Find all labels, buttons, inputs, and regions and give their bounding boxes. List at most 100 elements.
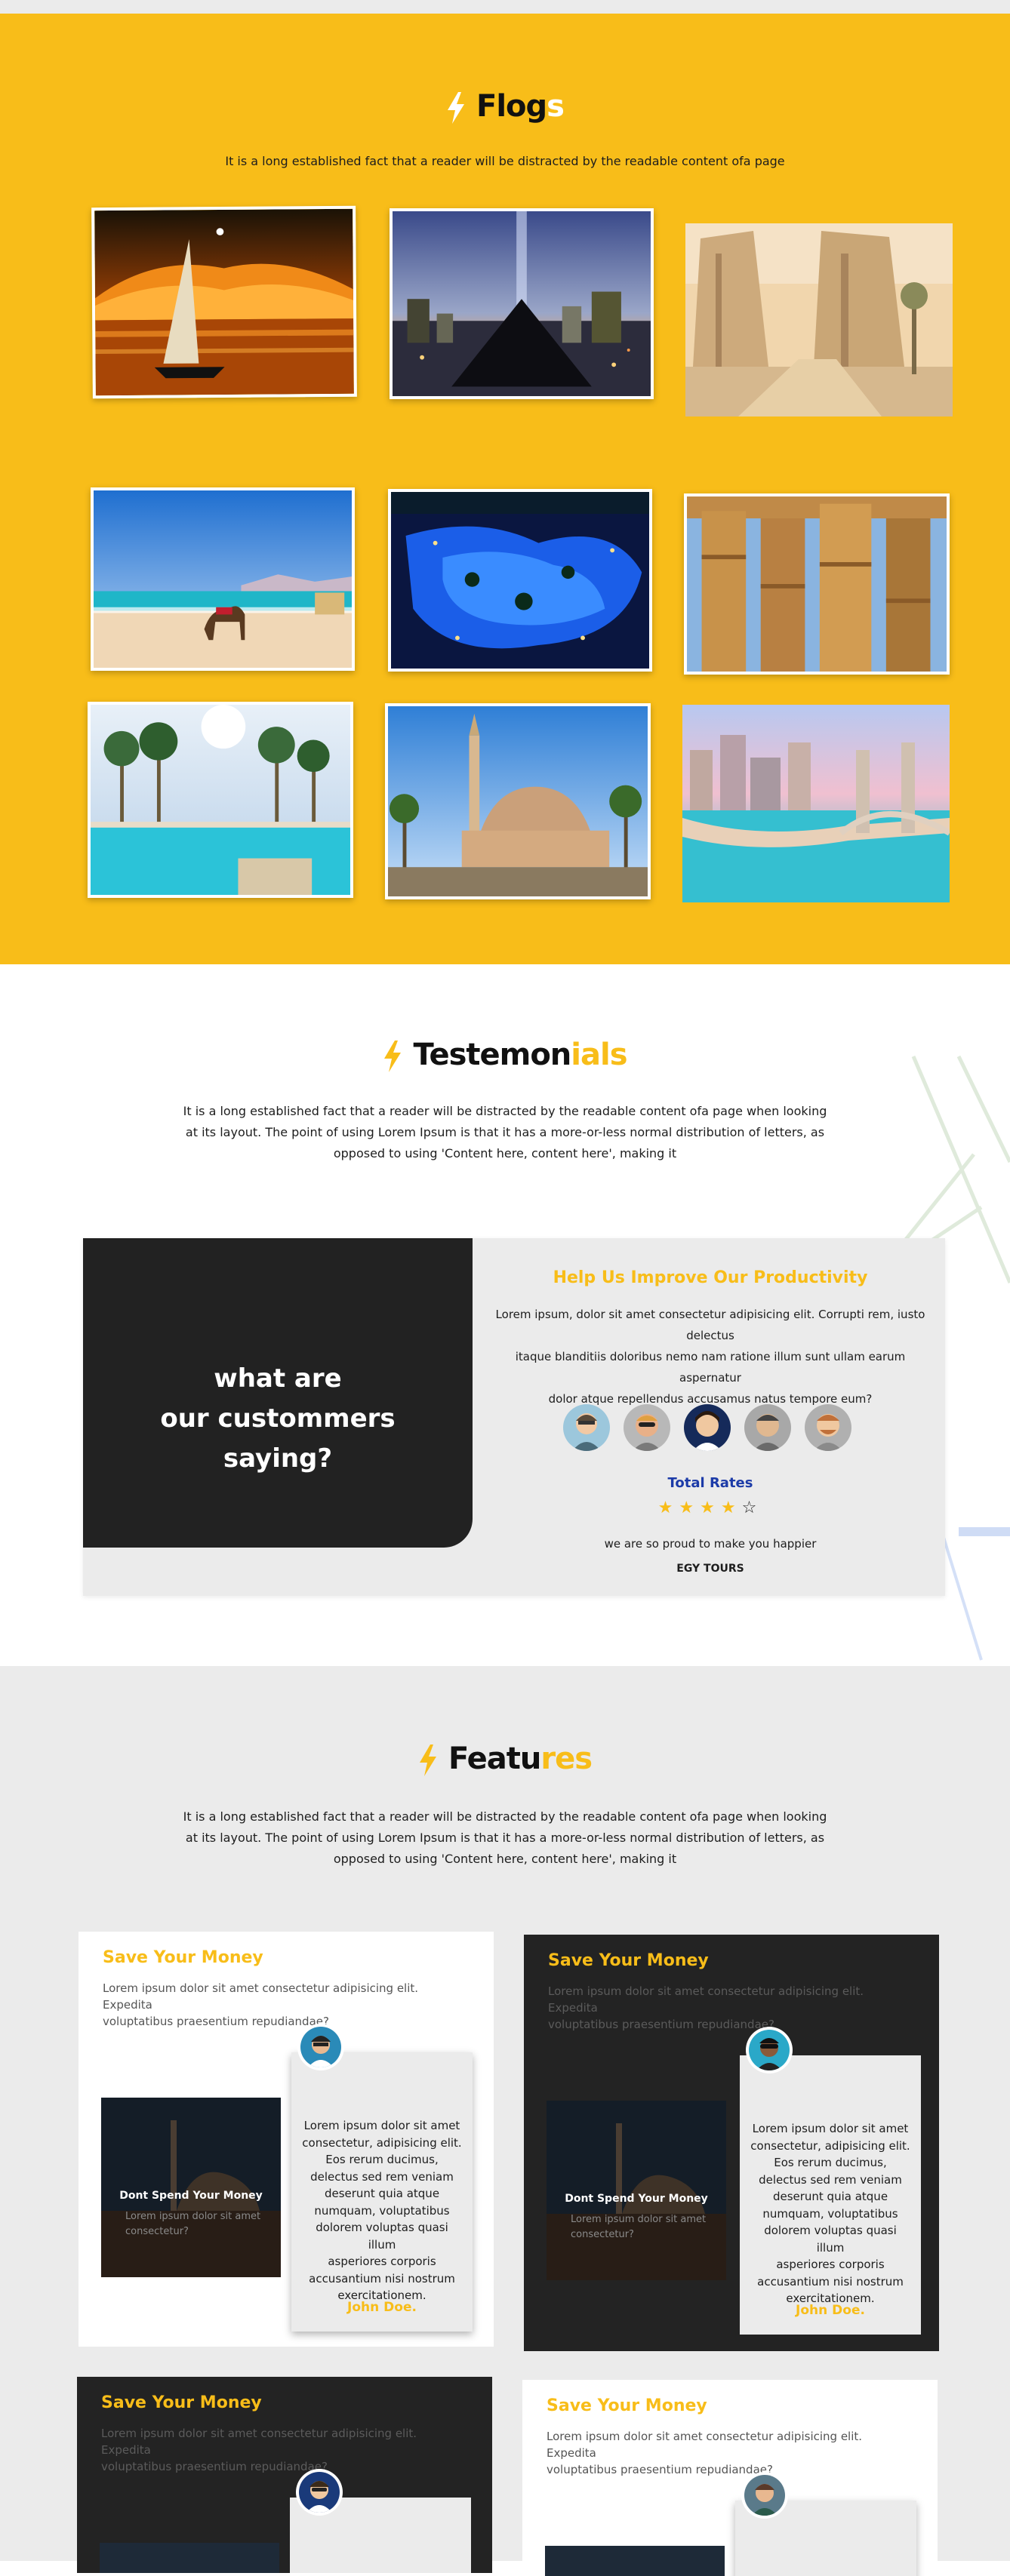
photo-resort-pool-palms[interactable]	[88, 702, 353, 898]
features-section: Features It is a long established fact t…	[0, 1666, 1010, 2576]
desc-line: voluptatibus praesentium repudiandae?	[101, 2460, 328, 2473]
img-text-line: Lorem ipsum dolor sit amet	[125, 2211, 261, 2222]
rating-stars: ★★★★☆	[476, 1499, 945, 1517]
photo-red-sea-beach-camel[interactable]	[91, 487, 355, 671]
help-title: Help Us Improve Our Productivity	[553, 1268, 868, 1287]
testimonial-quote: Lorem ipsum dolor sit amet consectetur, …	[740, 2027, 921, 2335]
features-title-accent: res	[540, 1741, 593, 1776]
bolt-icon	[448, 92, 465, 124]
customer-avatars	[563, 1404, 880, 1454]
quote-avatar[interactable]	[746, 2027, 793, 2073]
features-subtitle-line: It is a long established fact that a rea…	[183, 1809, 827, 1824]
quote-line: accusantium nisi nostrum	[309, 2271, 455, 2286]
photo-sharm-mosque[interactable]	[385, 703, 651, 899]
feature-card-title: Save Your Money	[101, 2393, 262, 2412]
bolt-icon	[384, 1041, 402, 1072]
img-text-line: consectetur?	[125, 2226, 189, 2237]
quote-line: asperiores corporis	[328, 2255, 436, 2268]
testimonial-question: what are our custommers saying?	[83, 1359, 473, 1479]
quote-author: John Doe.	[796, 2303, 865, 2318]
avatar[interactable]	[684, 1404, 731, 1451]
desc-line: voluptatibus praesentium repudiandae?	[547, 2463, 773, 2476]
features-title-main: Featu	[448, 1741, 541, 1776]
features-title: Features	[0, 1741, 1010, 1776]
quote-avatar[interactable]	[297, 2024, 344, 2070]
testimonial-quote: Lorem ipsum dolor sit amet consectetur, …	[291, 2024, 473, 2332]
quote-line: delectus sed rem veniam	[310, 2169, 454, 2184]
quote-line: Eos rerum ducimus,	[325, 2153, 439, 2166]
quote-avatar[interactable]	[296, 2469, 343, 2516]
photo-resort-pool-night[interactable]	[388, 489, 652, 672]
photo-luxor-temple-entrance[interactable]	[685, 223, 953, 417]
img-text-line: consectetur?	[571, 2229, 634, 2240]
quote-text: Lorem ipsum dolor sit amet consectetur, …	[302, 2117, 462, 2304]
avatar[interactable]	[563, 1404, 610, 1451]
feature-card-title: Save Your Money	[547, 2396, 707, 2415]
star-icon: ★	[700, 1499, 721, 1517]
feature-image-text: Lorem ipsum dolor sit amet consectetur?	[125, 2209, 261, 2239]
top-strip	[0, 0, 1010, 14]
quote-line: numquam, voluptatibus	[762, 2206, 898, 2221]
testimonials-title: Testemonials	[0, 1037, 1010, 1072]
feature-card-title: Save Your Money	[548, 1951, 709, 1970]
avatar[interactable]	[744, 1404, 791, 1451]
desc-line: voluptatibus praesentium repudiandae?	[548, 2018, 774, 2031]
help-text: Lorem ipsum, dolor sit amet consectetur …	[487, 1304, 934, 1409]
quote-line: Lorem ipsum dolor sit amet	[303, 2119, 460, 2132]
testimonial-question-panel: what are our custommers saying?	[83, 1238, 473, 1548]
photo-karnak-columns[interactable]	[684, 493, 950, 675]
help-line: itaque blanditiis doloribus nemo nam rat…	[515, 1350, 906, 1385]
quote-avatar[interactable]	[741, 2472, 788, 2519]
feature-card-desc: Lorem ipsum dolor sit amet consectetur a…	[548, 1983, 903, 2033]
photo-nile-night-felucca[interactable]	[91, 205, 357, 399]
testimonials-title-accent: ials	[571, 1037, 627, 1072]
flogs-section: Flogs It is a long established fact that…	[0, 14, 1010, 964]
testimonials-subtitle: It is a long established fact that a rea…	[0, 1101, 1010, 1164]
star-icon: ★	[720, 1499, 742, 1517]
question-line: what are	[214, 1363, 342, 1394]
testimonials-subtitle-line: opposed to using 'Content here, content …	[333, 1146, 677, 1160]
quote-line: accusantium nisi nostrum	[757, 2274, 904, 2289]
star-icon: ★	[679, 1499, 701, 1517]
feature-card: Save Your Money Lorem ipsum dolor sit am…	[522, 2380, 938, 2576]
testimonial-card: what are our custommers saying? Help Us …	[83, 1238, 945, 1596]
photo-las-vegas-pyramid[interactable]	[390, 208, 654, 399]
feature-card-image[interactable]: Dont Spend Your Money Lorem ipsum dolor …	[101, 2098, 281, 2277]
question-line: saying?	[223, 1443, 333, 1474]
flogs-title: Flogs	[0, 89, 1010, 124]
quote-line: deserunt quia atque	[772, 2190, 888, 2203]
feature-card-desc: Lorem ipsum dolor sit amet consectetur a…	[101, 2425, 456, 2475]
feature-image-text: Lorem ipsum dolor sit amet consectetur?	[571, 2212, 707, 2242]
desc-line: Lorem ipsum dolor sit amet consectetur a…	[548, 1984, 864, 2015]
quote-line: dolorem voluptas quasi illum	[316, 2221, 448, 2252]
question-line: our custommers	[160, 1403, 396, 1434]
quote-line: Eos rerum ducimus,	[774, 2156, 887, 2169]
feature-card-title: Save Your Money	[103, 1948, 263, 1967]
feature-card-desc: Lorem ipsum dolor sit amet consectetur a…	[103, 1980, 457, 2030]
flogs-title-main: Flog	[476, 89, 547, 124]
avatar[interactable]	[805, 1404, 851, 1451]
quote-line: consectetur, adipisicing elit.	[750, 2138, 910, 2153]
feature-card: Save Your Money Lorem ipsum dolor sit am…	[524, 1935, 939, 2351]
img-text-line: Lorem ipsum dolor sit amet	[571, 2214, 707, 2225]
flogs-title-accent: s	[547, 89, 565, 124]
feature-card: Save Your Money Lorem ipsum dolor sit am…	[77, 2377, 492, 2573]
quote-line: consectetur, adipisicing elit.	[302, 2135, 462, 2150]
quote-text: Lorem ipsum dolor sit amet consectetur, …	[750, 2120, 910, 2307]
star-icon: ★	[657, 1499, 679, 1517]
star-outline-icon: ☆	[741, 1499, 763, 1517]
quote-line: asperiores corporis	[776, 2258, 885, 2271]
flogs-subtitle: It is a long established fact that a rea…	[225, 154, 785, 168]
photo-alexandria-stanley-bridge[interactable]	[682, 705, 950, 902]
desc-line: Lorem ipsum dolor sit amet consectetur a…	[103, 1981, 419, 2012]
features-subtitle-line: opposed to using 'Content here, content …	[333, 1852, 677, 1866]
feature-card-image[interactable]	[545, 2546, 725, 2576]
quote-line: Lorem ipsum dolor sit amet	[752, 2122, 909, 2135]
avatar[interactable]	[624, 1404, 670, 1451]
feature-card-image[interactable]	[100, 2543, 279, 2573]
feature-card-desc: Lorem ipsum dolor sit amet consectetur a…	[547, 2428, 901, 2478]
feature-card-image[interactable]: Dont Spend Your Money Lorem ipsum dolor …	[547, 2101, 726, 2280]
total-rates-label: Total Rates	[667, 1475, 753, 1491]
desc-line: voluptatibus praesentium repudiandae?	[103, 2015, 329, 2028]
desc-line: Lorem ipsum dolor sit amet consectetur a…	[547, 2430, 863, 2460]
